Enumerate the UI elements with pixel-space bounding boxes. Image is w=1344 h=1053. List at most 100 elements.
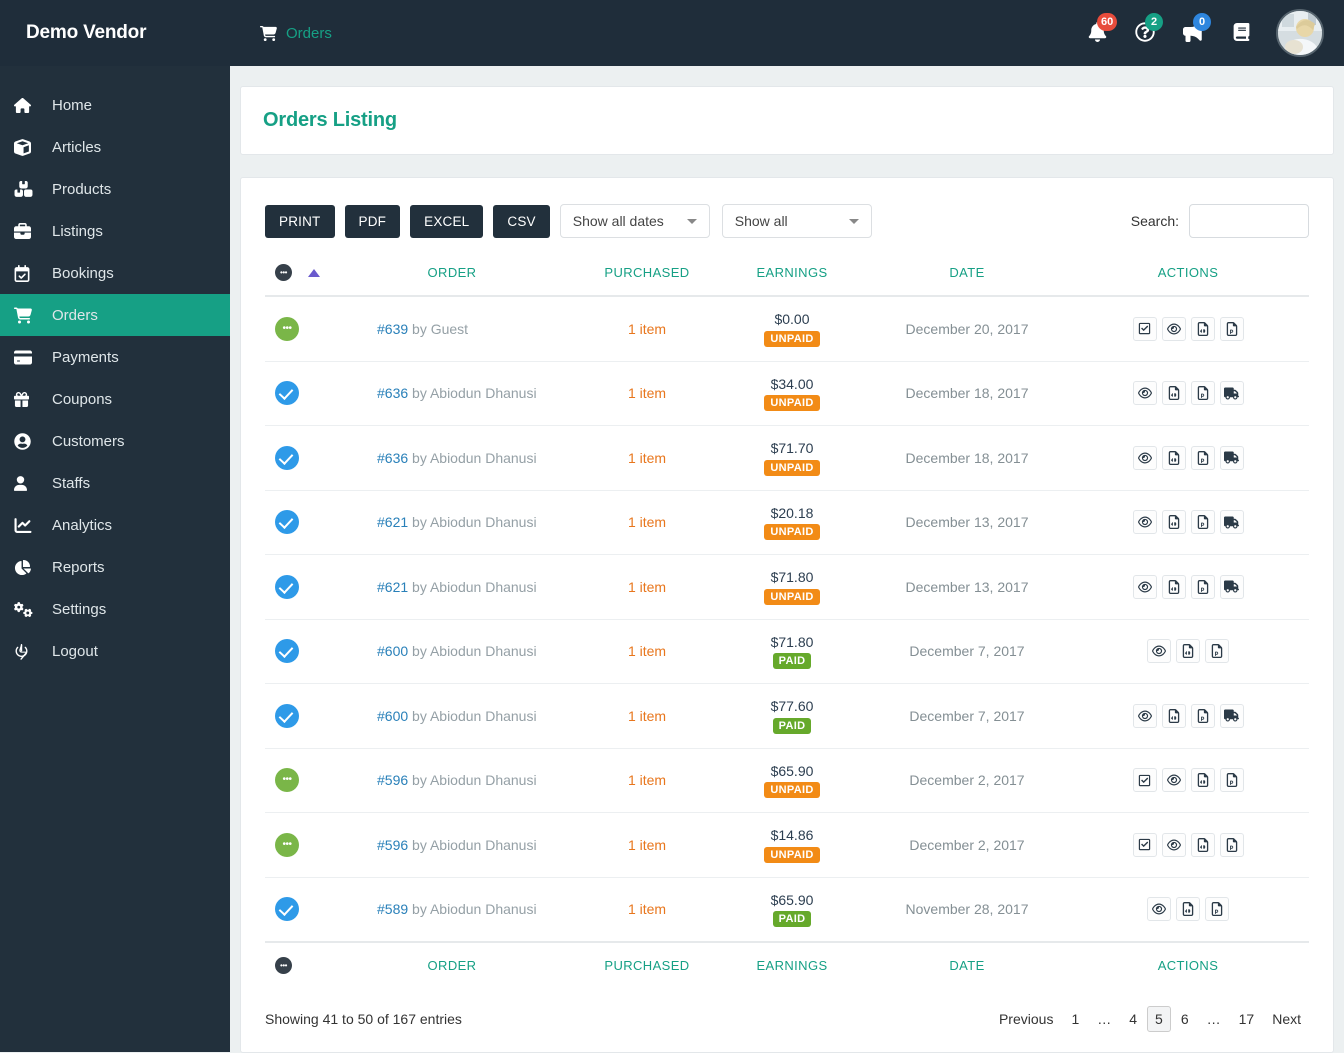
search-input[interactable] bbox=[1189, 204, 1309, 238]
purchased-items-link[interactable]: 1 item bbox=[628, 901, 666, 917]
order-id-link[interactable]: #596 bbox=[377, 772, 408, 788]
eye-button[interactable] bbox=[1161, 832, 1186, 857]
file-pdf-button[interactable] bbox=[1161, 703, 1186, 728]
check-square-button[interactable] bbox=[1132, 316, 1157, 341]
check-square-button[interactable] bbox=[1132, 768, 1157, 793]
file-pdf-button[interactable] bbox=[1161, 510, 1186, 535]
purchased-items-link[interactable]: 1 item bbox=[628, 837, 666, 853]
pdf-button[interactable]: PDF bbox=[344, 204, 401, 238]
file-powerpoint-button[interactable] bbox=[1219, 316, 1244, 341]
order-id-link[interactable]: #589 bbox=[377, 901, 408, 917]
file-powerpoint-button[interactable] bbox=[1205, 639, 1229, 664]
sidebar-item-home[interactable]: Home bbox=[0, 84, 230, 126]
sidebar-item-coupons[interactable]: Coupons bbox=[0, 378, 230, 420]
file-pdf-button[interactable] bbox=[1161, 381, 1186, 406]
pagination-page-4[interactable]: 4 bbox=[1121, 1006, 1145, 1032]
sidebar-item-reports[interactable]: Reports bbox=[0, 546, 230, 588]
file-powerpoint-button[interactable] bbox=[1219, 768, 1244, 793]
file-powerpoint-button[interactable] bbox=[1190, 703, 1215, 728]
order-id-link[interactable]: #600 bbox=[377, 643, 408, 659]
column-header-order[interactable]: ORDER bbox=[327, 258, 577, 298]
file-pdf-button[interactable] bbox=[1161, 445, 1186, 470]
order-id-link[interactable]: #636 bbox=[377, 450, 408, 466]
column-header-earnings[interactable]: EARNINGS bbox=[717, 258, 867, 298]
purchased-items-link[interactable]: 1 item bbox=[628, 385, 666, 401]
sidebar-item-bookings[interactable]: Bookings bbox=[0, 252, 230, 294]
file-powerpoint-button[interactable] bbox=[1190, 381, 1215, 406]
file-pdf-button[interactable] bbox=[1190, 768, 1215, 793]
truck-button[interactable] bbox=[1219, 510, 1244, 535]
purchased-items-link[interactable]: 1 item bbox=[628, 321, 666, 337]
pagination-page-1[interactable]: 1 bbox=[1063, 1006, 1087, 1032]
print-button[interactable]: PRINT bbox=[265, 204, 335, 238]
brand-logo[interactable]: Demo Vendor bbox=[0, 0, 230, 66]
file-pdf-button[interactable] bbox=[1176, 897, 1200, 922]
eye-button[interactable] bbox=[1132, 574, 1157, 599]
eye-button[interactable] bbox=[1147, 897, 1171, 922]
purchased-items-link[interactable]: 1 item bbox=[628, 450, 666, 466]
eye-button[interactable] bbox=[1132, 703, 1157, 728]
file-powerpoint-button[interactable] bbox=[1205, 897, 1229, 922]
file-powerpoint-button[interactable] bbox=[1190, 445, 1215, 470]
truck-button[interactable] bbox=[1219, 381, 1244, 406]
truck-button[interactable] bbox=[1219, 445, 1244, 470]
column-header-date[interactable]: DATE bbox=[867, 258, 1067, 298]
pagination-page-5[interactable]: 5 bbox=[1147, 1006, 1171, 1033]
eye-button[interactable] bbox=[1132, 510, 1157, 535]
truck-button[interactable] bbox=[1219, 574, 1244, 599]
sidebar-item-logout[interactable]: Logout bbox=[0, 630, 230, 672]
file-pdf-button[interactable] bbox=[1176, 639, 1200, 664]
help-button[interactable]: 2 bbox=[1132, 13, 1163, 50]
eye-button[interactable] bbox=[1132, 381, 1157, 406]
check-square-button[interactable] bbox=[1132, 832, 1157, 857]
eye-button[interactable] bbox=[1132, 445, 1157, 470]
eye-button[interactable] bbox=[1147, 639, 1171, 664]
file-pdf-button[interactable] bbox=[1161, 574, 1186, 599]
purchased-items-link[interactable]: 1 item bbox=[628, 643, 666, 659]
file-powerpoint-button[interactable] bbox=[1219, 832, 1244, 857]
file-pdf-button[interactable] bbox=[1190, 316, 1215, 341]
knowledge-base-button[interactable] bbox=[1228, 16, 1254, 50]
check-square-icon bbox=[1138, 838, 1151, 851]
purchased-items-link[interactable]: 1 item bbox=[628, 708, 666, 724]
sidebar-item-settings[interactable]: Settings bbox=[0, 588, 230, 630]
announcements-button[interactable]: 0 bbox=[1180, 13, 1211, 50]
topnav-item-orders[interactable]: Orders bbox=[260, 25, 332, 42]
notifications-bell-button[interactable]: 60 bbox=[1084, 13, 1118, 50]
order-id-link[interactable]: #639 bbox=[377, 321, 408, 337]
sidebar-item-products[interactable]: Products bbox=[0, 168, 230, 210]
purchased-items-link[interactable]: 1 item bbox=[628, 514, 666, 530]
column-header-purchased[interactable]: PURCHASED bbox=[577, 258, 717, 298]
order-id-link[interactable]: #621 bbox=[377, 579, 408, 595]
purchased-items-link[interactable]: 1 item bbox=[628, 579, 666, 595]
sidebar-item-payments[interactable]: Payments bbox=[0, 336, 230, 378]
eye-button[interactable] bbox=[1161, 316, 1186, 341]
order-id-link[interactable]: #600 bbox=[377, 708, 408, 724]
purchased-items-link[interactable]: 1 item bbox=[628, 772, 666, 788]
order-id-link[interactable]: #596 bbox=[377, 837, 408, 853]
status-filter-select[interactable]: Show all bbox=[721, 204, 872, 238]
order-id-link[interactable]: #621 bbox=[377, 514, 408, 530]
sidebar-item-orders[interactable]: Orders bbox=[0, 294, 230, 336]
file-pdf-button[interactable] bbox=[1190, 832, 1215, 857]
truck-button[interactable] bbox=[1219, 703, 1244, 728]
excel-button[interactable]: EXCEL bbox=[410, 204, 484, 238]
sidebar-item-customers[interactable]: Customers bbox=[0, 420, 230, 462]
pagination-next[interactable]: Next bbox=[1264, 1006, 1309, 1032]
csv-button[interactable]: CSV bbox=[493, 204, 550, 238]
pagination-page-6[interactable]: 6 bbox=[1173, 1006, 1197, 1032]
sidebar-item-staffs[interactable]: Staffs bbox=[0, 462, 230, 504]
user-avatar[interactable] bbox=[1276, 9, 1324, 57]
sidebar-item-listings[interactable]: Listings bbox=[0, 210, 230, 252]
sidebar-item-analytics[interactable]: Analytics bbox=[0, 504, 230, 546]
column-header-actions[interactable]: ACTIONS bbox=[1067, 258, 1309, 298]
pagination-previous[interactable]: Previous bbox=[991, 1006, 1061, 1032]
pagination-page-17[interactable]: 17 bbox=[1231, 1006, 1263, 1032]
date-filter-select[interactable]: Show all dates bbox=[559, 204, 710, 238]
column-header-status[interactable] bbox=[265, 258, 327, 298]
order-id-link[interactable]: #636 bbox=[377, 385, 408, 401]
file-powerpoint-button[interactable] bbox=[1190, 574, 1215, 599]
sidebar-item-articles[interactable]: Articles bbox=[0, 126, 230, 168]
eye-button[interactable] bbox=[1161, 768, 1186, 793]
file-powerpoint-button[interactable] bbox=[1190, 510, 1215, 535]
